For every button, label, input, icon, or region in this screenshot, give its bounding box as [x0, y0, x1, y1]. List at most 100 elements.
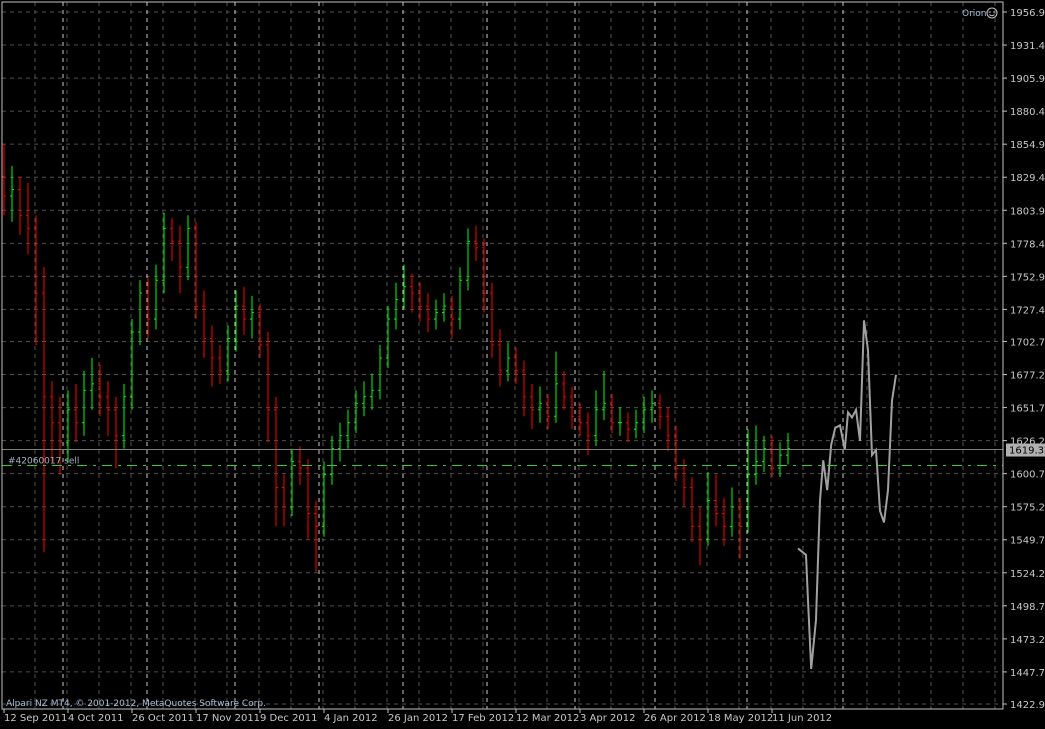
y-tick-label: 1575.20: [1010, 503, 1045, 514]
y-tick-label: 1752.95: [1010, 272, 1045, 283]
bear-bar: [210, 325, 214, 387]
indicator-name: Orion: [962, 9, 987, 19]
bear-bar: [698, 506, 702, 566]
bull-bar: [754, 425, 758, 485]
bull-bar: [370, 373, 374, 410]
y-tick-label: 1651.70: [1010, 404, 1045, 415]
bear-bar: [658, 394, 662, 430]
y-tick-label: 1702.70: [1010, 337, 1045, 348]
bull-bar: [186, 215, 190, 281]
y-tick-label: 1778.45: [1010, 239, 1045, 250]
bear-bar: [42, 267, 46, 553]
bull-bar: [786, 433, 790, 465]
bull-bar: [250, 295, 254, 339]
bull-bar: [346, 409, 350, 449]
current-price-label: 1619.32: [1009, 446, 1045, 457]
y-tick-label: 1854.95: [1010, 140, 1045, 151]
bear-bar: [106, 381, 110, 436]
bull-bar: [138, 280, 142, 345]
bull-bar: [394, 282, 398, 330]
bear-bar: [410, 273, 414, 313]
bull-bar: [442, 293, 446, 322]
x-tick-label: 18 May 2012: [708, 713, 773, 724]
price-chart[interactable]: #42060017 sell 1956.95 1931.45 1905.95 1880…: [0, 0, 1045, 729]
bull-bar: [402, 264, 406, 309]
x-tick-label: 9 Dec 2011: [260, 713, 318, 724]
y-tick-label: 1473.20: [1010, 635, 1045, 646]
bear-bar: [2, 144, 6, 216]
x-tick-label: 12 Mar 2012: [516, 713, 579, 724]
bull-bar: [634, 409, 638, 439]
bear-bar: [282, 474, 286, 527]
bull-bar: [466, 228, 470, 291]
x-tick-label: 26 Oct 2011: [132, 713, 194, 724]
y-tick-label: 1803.95: [1010, 206, 1045, 217]
y-tick-label: 1727.45: [1010, 305, 1045, 316]
bull-bar: [618, 407, 622, 436]
bull-bar: [378, 344, 382, 400]
y-tick-label: 1524.20: [1010, 569, 1045, 580]
y-tick-label: 1829.45: [1010, 173, 1045, 184]
y-tick-label: 1600.70: [1010, 470, 1045, 481]
bull-bar: [90, 357, 94, 410]
bull-bar: [602, 370, 606, 421]
bull-bar: [730, 487, 734, 537]
bear-bar: [562, 370, 566, 410]
bear-bar: [690, 477, 694, 542]
bull-bar: [650, 390, 654, 423]
chart-frame: [1, 1, 1004, 710]
bear-bar: [314, 500, 318, 572]
x-tick-label: 11 Jun 2012: [772, 713, 832, 724]
bull-bar: [10, 166, 14, 222]
x-tick-label: 26 Apr 2012: [644, 713, 706, 724]
bear-bar: [498, 329, 502, 387]
bull-bar: [594, 390, 598, 447]
x-tick-label: 17 Feb 2012: [452, 713, 514, 724]
bull-bar: [506, 342, 510, 382]
bear-bar: [178, 225, 182, 294]
bear-bar: [530, 383, 534, 430]
bear-bar: [714, 474, 718, 527]
x-tick-label: 4 Jan 2012: [324, 713, 378, 724]
ohlc-bars: [2, 144, 790, 572]
y-tick-label: 1905.95: [1010, 74, 1045, 85]
bull-bar: [82, 370, 86, 436]
x-tick-label: 17 Nov 2011: [196, 713, 260, 724]
y-tick-label: 1956.95: [1010, 8, 1045, 19]
bear-bar: [666, 407, 670, 452]
y-tick-label: 1677.20: [1010, 371, 1045, 382]
bear-bar: [170, 217, 174, 261]
bull-bar: [330, 435, 334, 485]
bear-bar: [18, 176, 22, 235]
copyright-text: Alpari NZ MT4, © 2001-2012, MetaQuotes S…: [6, 699, 266, 709]
y-tick-label: 1880.45: [1010, 107, 1045, 118]
bull-bar: [122, 383, 126, 449]
bull-bar: [778, 442, 782, 478]
y-tick-label: 1498.70: [1010, 602, 1045, 613]
bear-bar: [626, 412, 630, 443]
x-tick-label: 26 Jan 2012: [388, 713, 448, 724]
y-tick-label: 1447.70: [1010, 668, 1045, 679]
y-tick-label: 1422.95: [1010, 700, 1045, 711]
bear-bar: [242, 286, 246, 335]
y-tick-label: 1549.70: [1010, 536, 1045, 547]
bear-bar: [586, 412, 590, 456]
bear-bar: [202, 290, 206, 358]
sell-order-label[interactable]: #42060017 sell: [8, 456, 79, 466]
bull-bar: [362, 381, 366, 417]
price-axis[interactable]: 1956.95 1931.45 1905.95 1880.45 1854.95 1829.…: [1003, 8, 1045, 711]
bear-bar: [306, 459, 310, 540]
x-tick-label: 3 Apr 2012: [580, 713, 635, 724]
bear-bar: [74, 383, 78, 443]
bear-bar: [426, 293, 430, 333]
bear-bar: [218, 344, 222, 384]
bull-bar: [154, 264, 158, 330]
time-axis[interactable]: 12 Sep 2011 4 Oct 2011 26 Oct 2011 17 Nov 2…: [3, 709, 832, 724]
bear-bar: [770, 435, 774, 478]
orion-forecast-line: [797, 320, 897, 670]
y-tick-label: 1931.45: [1010, 41, 1045, 52]
bull-bar: [338, 422, 342, 462]
bull-bar: [762, 435, 766, 472]
x-tick-label: 12 Sep 2011: [4, 713, 67, 724]
bear-bar: [722, 497, 726, 546]
